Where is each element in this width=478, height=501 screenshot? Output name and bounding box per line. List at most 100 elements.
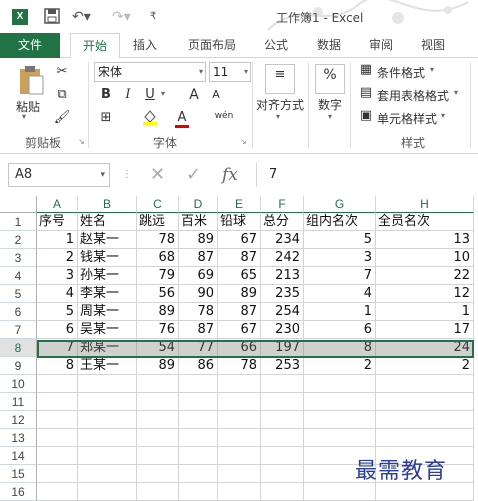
- table-cell[interactable]: 2: [376, 357, 474, 375]
- row-header[interactable]: 11: [0, 393, 37, 411]
- column-header-d[interactable]: D: [179, 196, 218, 213]
- select-all-corner[interactable]: [0, 196, 37, 213]
- chevron-down-icon[interactable]: ▾: [100, 164, 105, 186]
- empty-cell[interactable]: [261, 393, 304, 411]
- tab-data[interactable]: 数据: [308, 33, 350, 58]
- font-size-select[interactable]: 11 ▾: [209, 62, 251, 82]
- empty-cell[interactable]: [261, 375, 304, 393]
- table-cell[interactable]: 66: [218, 339, 261, 357]
- table-cell[interactable]: 87: [218, 303, 261, 321]
- table-cell[interactable]: 1: [376, 303, 474, 321]
- table-cell[interactable]: 24: [376, 339, 474, 357]
- conditional-format-icon[interactable]: ▦: [356, 60, 376, 80]
- paste-icon[interactable]: [16, 64, 46, 98]
- column-header-f[interactable]: F: [261, 196, 304, 213]
- cell-styles-icon[interactable]: ▣: [356, 106, 376, 126]
- table-cell[interactable]: 2: [304, 357, 376, 375]
- empty-cell[interactable]: [261, 429, 304, 447]
- row-header[interactable]: 15: [0, 465, 37, 483]
- table-cell[interactable]: 3: [304, 249, 376, 267]
- table-cell[interactable]: 吴某一: [78, 321, 137, 339]
- table-cell[interactable]: 87: [179, 321, 218, 339]
- empty-cell[interactable]: [218, 411, 261, 429]
- font-name-select[interactable]: 宋体 ▾: [94, 62, 206, 82]
- table-format-button[interactable]: 套用表格格式: [377, 87, 449, 104]
- empty-cell[interactable]: [179, 465, 218, 483]
- row-header[interactable]: 13: [0, 429, 37, 447]
- empty-cell[interactable]: [179, 411, 218, 429]
- empty-cell[interactable]: [78, 411, 137, 429]
- bold-button[interactable]: B: [96, 85, 116, 105]
- undo-icon[interactable]: ↶▾: [72, 8, 91, 26]
- empty-cell[interactable]: [179, 483, 218, 501]
- table-cell[interactable]: 10: [376, 249, 474, 267]
- header-cell[interactable]: 总分: [261, 213, 304, 231]
- table-cell[interactable]: 4: [304, 285, 376, 303]
- font-color-button[interactable]: A: [172, 108, 192, 128]
- empty-cell[interactable]: [78, 393, 137, 411]
- table-cell[interactable]: 12: [376, 285, 474, 303]
- column-header-a[interactable]: A: [37, 196, 78, 213]
- table-cell[interactable]: 254: [261, 303, 304, 321]
- empty-cell[interactable]: [137, 429, 179, 447]
- table-cell[interactable]: 213: [261, 267, 304, 285]
- cut-icon[interactable]: ✂: [52, 62, 72, 82]
- empty-cell[interactable]: [218, 465, 261, 483]
- header-cell[interactable]: 全员名次: [376, 213, 474, 231]
- italic-button[interactable]: I: [118, 85, 138, 105]
- empty-cell[interactable]: [261, 447, 304, 465]
- table-cell[interactable]: 郑某一: [78, 339, 137, 357]
- empty-cell[interactable]: [179, 429, 218, 447]
- row-header[interactable]: 7: [0, 321, 37, 339]
- empty-cell[interactable]: [137, 375, 179, 393]
- row-header[interactable]: 8: [0, 339, 37, 357]
- table-cell[interactable]: 235: [261, 285, 304, 303]
- table-cell[interactable]: 77: [179, 339, 218, 357]
- save-icon[interactable]: [44, 8, 60, 26]
- chevron-down-icon[interactable]: ▾: [441, 111, 445, 120]
- row-header[interactable]: 5: [0, 285, 37, 303]
- empty-cell[interactable]: [37, 411, 78, 429]
- underline-button[interactable]: U: [140, 85, 160, 105]
- table-cell[interactable]: 56: [137, 285, 179, 303]
- table-cell[interactable]: 54: [137, 339, 179, 357]
- table-cell[interactable]: 李某一: [78, 285, 137, 303]
- empty-cell[interactable]: [179, 393, 218, 411]
- empty-cell[interactable]: [304, 375, 376, 393]
- row-header[interactable]: 14: [0, 447, 37, 465]
- row-header[interactable]: 10: [0, 375, 37, 393]
- table-cell[interactable]: 17: [376, 321, 474, 339]
- table-cell[interactable]: 钱某一: [78, 249, 137, 267]
- table-cell[interactable]: 89: [179, 231, 218, 249]
- table-cell[interactable]: 赵某一: [78, 231, 137, 249]
- empty-cell[interactable]: [137, 393, 179, 411]
- empty-cell[interactable]: [137, 465, 179, 483]
- empty-cell[interactable]: [37, 483, 78, 501]
- conditional-format-button[interactable]: 条件格式: [377, 64, 425, 81]
- table-cell[interactable]: 253: [261, 357, 304, 375]
- table-cell[interactable]: 78: [218, 357, 261, 375]
- table-cell[interactable]: 197: [261, 339, 304, 357]
- table-cell[interactable]: 230: [261, 321, 304, 339]
- table-cell[interactable]: 8: [304, 339, 376, 357]
- header-cell[interactable]: 跳远: [137, 213, 179, 231]
- chevron-down-icon[interactable]: ▾: [430, 65, 434, 74]
- table-cell[interactable]: 王某一: [78, 357, 137, 375]
- empty-cell[interactable]: [179, 375, 218, 393]
- empty-cell[interactable]: [304, 429, 376, 447]
- header-cell[interactable]: 姓名: [78, 213, 137, 231]
- insert-function-button[interactable]: fx: [222, 163, 238, 187]
- row-header[interactable]: 2: [0, 231, 37, 249]
- row-header[interactable]: 12: [0, 411, 37, 429]
- tab-file[interactable]: 文件: [0, 33, 60, 58]
- underline-dropdown-icon[interactable]: ▾: [161, 89, 165, 98]
- number-format-button[interactable]: %: [315, 64, 345, 94]
- empty-cell[interactable]: [37, 447, 78, 465]
- table-cell[interactable]: 242: [261, 249, 304, 267]
- table-cell[interactable]: 6: [304, 321, 376, 339]
- row-header[interactable]: 4: [0, 267, 37, 285]
- fill-color-icon[interactable]: [140, 108, 160, 128]
- empty-cell[interactable]: [261, 483, 304, 501]
- column-header-e[interactable]: E: [218, 196, 261, 213]
- empty-cell[interactable]: [376, 483, 474, 501]
